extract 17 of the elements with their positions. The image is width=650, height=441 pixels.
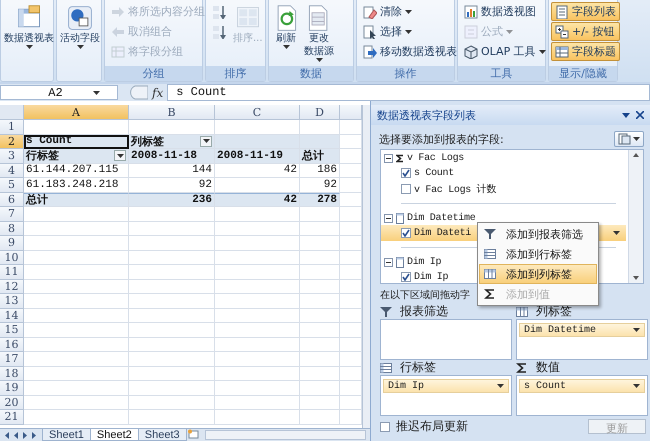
field-group-label: Dim Datetime (407, 213, 476, 224)
group-label: 工具 (458, 66, 545, 81)
areas-prompt: 在以下区域间拖动字 (380, 288, 470, 302)
group-label: 数据 (269, 66, 353, 81)
area-label: 报表筛选 (400, 303, 448, 320)
group-label: 操作 (357, 66, 454, 81)
area-label: 列标签 (536, 303, 572, 320)
field-group-label: Dim Ip (407, 257, 442, 268)
area-label: 行标签 (400, 359, 436, 376)
checkbox-label: 推迟布局更新 (396, 418, 468, 435)
group-label: 显示/隐藏 (549, 66, 617, 81)
group-label: 分组 (105, 66, 202, 81)
group-label: 排序 (206, 66, 265, 81)
field-list-prompt: 选择要添加到报表的字段: (379, 132, 504, 146)
pane-title: 数据透视表字段列表 (377, 108, 477, 122)
field-group-label: v Fac Logs (407, 153, 464, 164)
area-label: 数值 (536, 359, 560, 376)
